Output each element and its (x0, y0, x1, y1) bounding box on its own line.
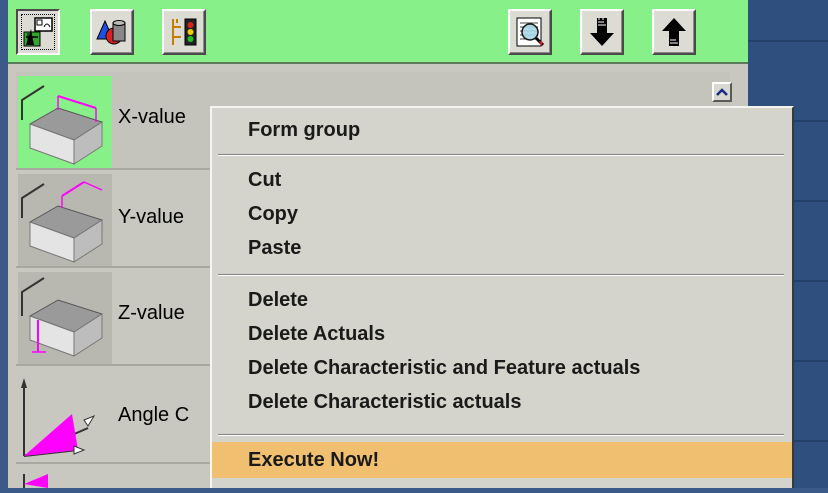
angle-axes-icon (18, 370, 112, 462)
menu-item-delete-actuals[interactable]: Delete Actuals (212, 318, 792, 350)
context-menu: Form group Cut Copy Paste Delete Delete … (210, 106, 794, 488)
menu-item-copy[interactable]: Copy (212, 198, 792, 230)
menu-separator (218, 154, 784, 156)
chevron-up-icon (716, 88, 728, 96)
toolbar (8, 0, 748, 64)
tree-signal-button[interactable] (162, 9, 206, 55)
partial-row-icon (18, 468, 112, 488)
menu-item-delete[interactable]: Delete (212, 284, 792, 316)
menu-separator (218, 274, 784, 276)
shapes-button[interactable] (90, 9, 134, 55)
measure-setup-icon (23, 17, 53, 47)
z-value-block-icon (18, 272, 112, 364)
menu-separator (218, 434, 784, 436)
menu-item-execute-now[interactable]: Execute Now! (212, 442, 792, 478)
menu-item-cut[interactable]: Cut (212, 164, 792, 196)
menu-item-form-group[interactable]: Form group (212, 114, 792, 146)
y-value-block-icon (18, 174, 112, 266)
arrow-up-icon (662, 18, 686, 46)
row-label: Angle C (118, 404, 190, 426)
x-value-block-icon (18, 76, 112, 168)
scroll-up-button[interactable] (712, 82, 732, 102)
menu-item-delete-characteristic-and-feature-actuals[interactable]: Delete Characteristic and Feature actual… (212, 352, 792, 384)
shapes-icon (96, 19, 126, 45)
menu-item-paste[interactable]: Paste (212, 232, 792, 264)
arrow-down-icon (590, 18, 614, 46)
row-label: Y-value (118, 206, 184, 228)
menu-item-delete-characteristic-actuals[interactable]: Delete Characteristic actuals (212, 386, 792, 418)
search-document-icon (516, 17, 545, 47)
tree-signal-icon (172, 18, 197, 46)
move-up-button[interactable] (652, 9, 696, 55)
measure-setup-button[interactable] (16, 9, 60, 55)
move-down-button[interactable] (580, 9, 624, 55)
search-document-button[interactable] (508, 9, 552, 55)
row-label: X-value (118, 106, 186, 128)
row-label: Z-value (118, 302, 185, 324)
